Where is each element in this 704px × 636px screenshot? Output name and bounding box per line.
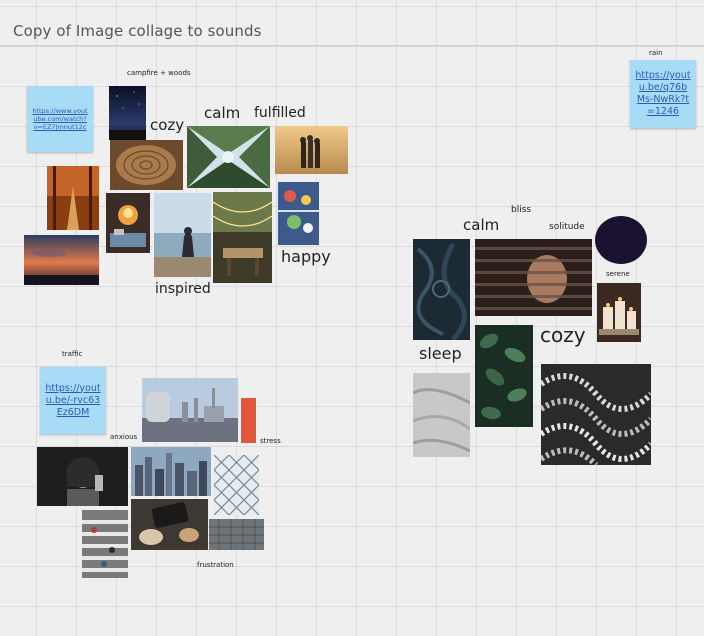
dark-circle-shape[interactable] xyxy=(595,216,647,264)
autumn-path-photo[interactable] xyxy=(47,166,99,230)
woman-portrait-photo[interactable] xyxy=(37,447,128,506)
frame-title[interactable]: Copy of Image collage to sounds xyxy=(13,22,262,40)
sticky-traffic-link[interactable]: https://youtu.be/-rvc63Ez6DM xyxy=(40,367,106,434)
tree-rings-photo[interactable] xyxy=(110,140,183,190)
friends-sunset-photo[interactable] xyxy=(275,126,348,174)
sunset-clouds-photo[interactable] xyxy=(24,235,99,285)
label-frustration: frustration xyxy=(197,561,234,569)
label-rain: rain xyxy=(649,49,663,57)
label-serene: serene xyxy=(606,270,630,278)
lake-person-photo[interactable] xyxy=(154,193,211,277)
swirl-texture-photo[interactable] xyxy=(413,239,470,340)
fairy-lights-patio-photo[interactable] xyxy=(213,192,272,283)
picnic-photo[interactable] xyxy=(278,182,319,245)
sticky-campfire-link[interactable]: https://www.youtube.com/watch?v=EZ7Jmnut… xyxy=(27,86,93,152)
label-cozy-1: cozy xyxy=(150,116,185,134)
label-traffic: traffic xyxy=(62,350,83,358)
label-campfire-woods: campfire + woods xyxy=(127,69,191,77)
frame-divider xyxy=(0,45,704,46)
label-stress: stress xyxy=(260,437,281,445)
city-skyline-photo[interactable] xyxy=(131,447,211,496)
label-fulfilled: fulfilled xyxy=(254,105,306,121)
label-solitude: solitude xyxy=(549,222,585,232)
label-cozy-2: cozy xyxy=(540,323,586,347)
window-blinds-photo[interactable] xyxy=(475,239,592,316)
night-sky-photo[interactable] xyxy=(109,86,146,140)
campfire-food-photo[interactable] xyxy=(106,193,150,253)
wave-pattern-photo[interactable] xyxy=(541,364,651,465)
label-bliss: bliss xyxy=(511,205,532,215)
candles-photo[interactable] xyxy=(597,283,641,342)
label-inspired: inspired xyxy=(155,281,211,297)
traffic-link[interactable]: https://youtu.be/-rvc63Ez6DM xyxy=(45,383,101,419)
desk-phone-photo[interactable] xyxy=(131,499,208,550)
orange-block-shape[interactable] xyxy=(241,398,256,443)
label-calm-1: calm xyxy=(204,104,241,122)
bedsheets-photo[interactable] xyxy=(413,373,470,457)
campfire-link[interactable]: https://www.youtube.com/watch?v=EZ7Jmnut… xyxy=(32,107,88,131)
industrial-plant-photo[interactable] xyxy=(142,378,238,442)
leaves-photo[interactable] xyxy=(475,325,533,427)
label-sleep: sleep xyxy=(419,344,462,363)
sticky-rain-link[interactable]: https://youtu.be/q76bMs-NwRk?t=1246 xyxy=(630,60,696,128)
label-happy: happy xyxy=(281,247,331,266)
forest-canopy-photo[interactable] xyxy=(187,126,270,188)
rain-link[interactable]: https://youtu.be/q76bMs-NwRk?t=1246 xyxy=(635,70,691,118)
chain-fence-photo[interactable] xyxy=(214,455,259,515)
grey-blocks-photo[interactable] xyxy=(209,519,264,550)
crosswalk-photo[interactable] xyxy=(82,510,128,578)
label-anxious: anxious xyxy=(110,433,138,441)
label-calm-2: calm xyxy=(463,216,500,234)
